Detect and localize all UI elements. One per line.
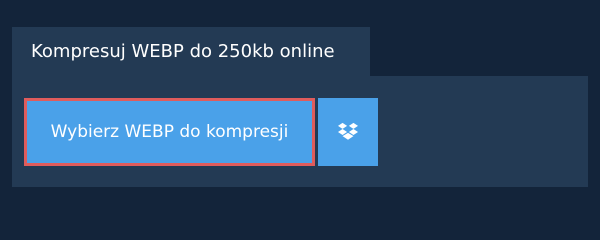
choose-file-button-label: Wybierz WEBP do kompresji [50, 122, 289, 142]
dropbox-button[interactable] [318, 98, 378, 166]
page-title-tab: Kompresuj WEBP do 250kb online [12, 27, 370, 76]
dropbox-icon [337, 122, 359, 142]
choose-file-button[interactable]: Wybierz WEBP do kompresji [24, 98, 315, 166]
page-title: Kompresuj WEBP do 250kb online [31, 41, 335, 62]
